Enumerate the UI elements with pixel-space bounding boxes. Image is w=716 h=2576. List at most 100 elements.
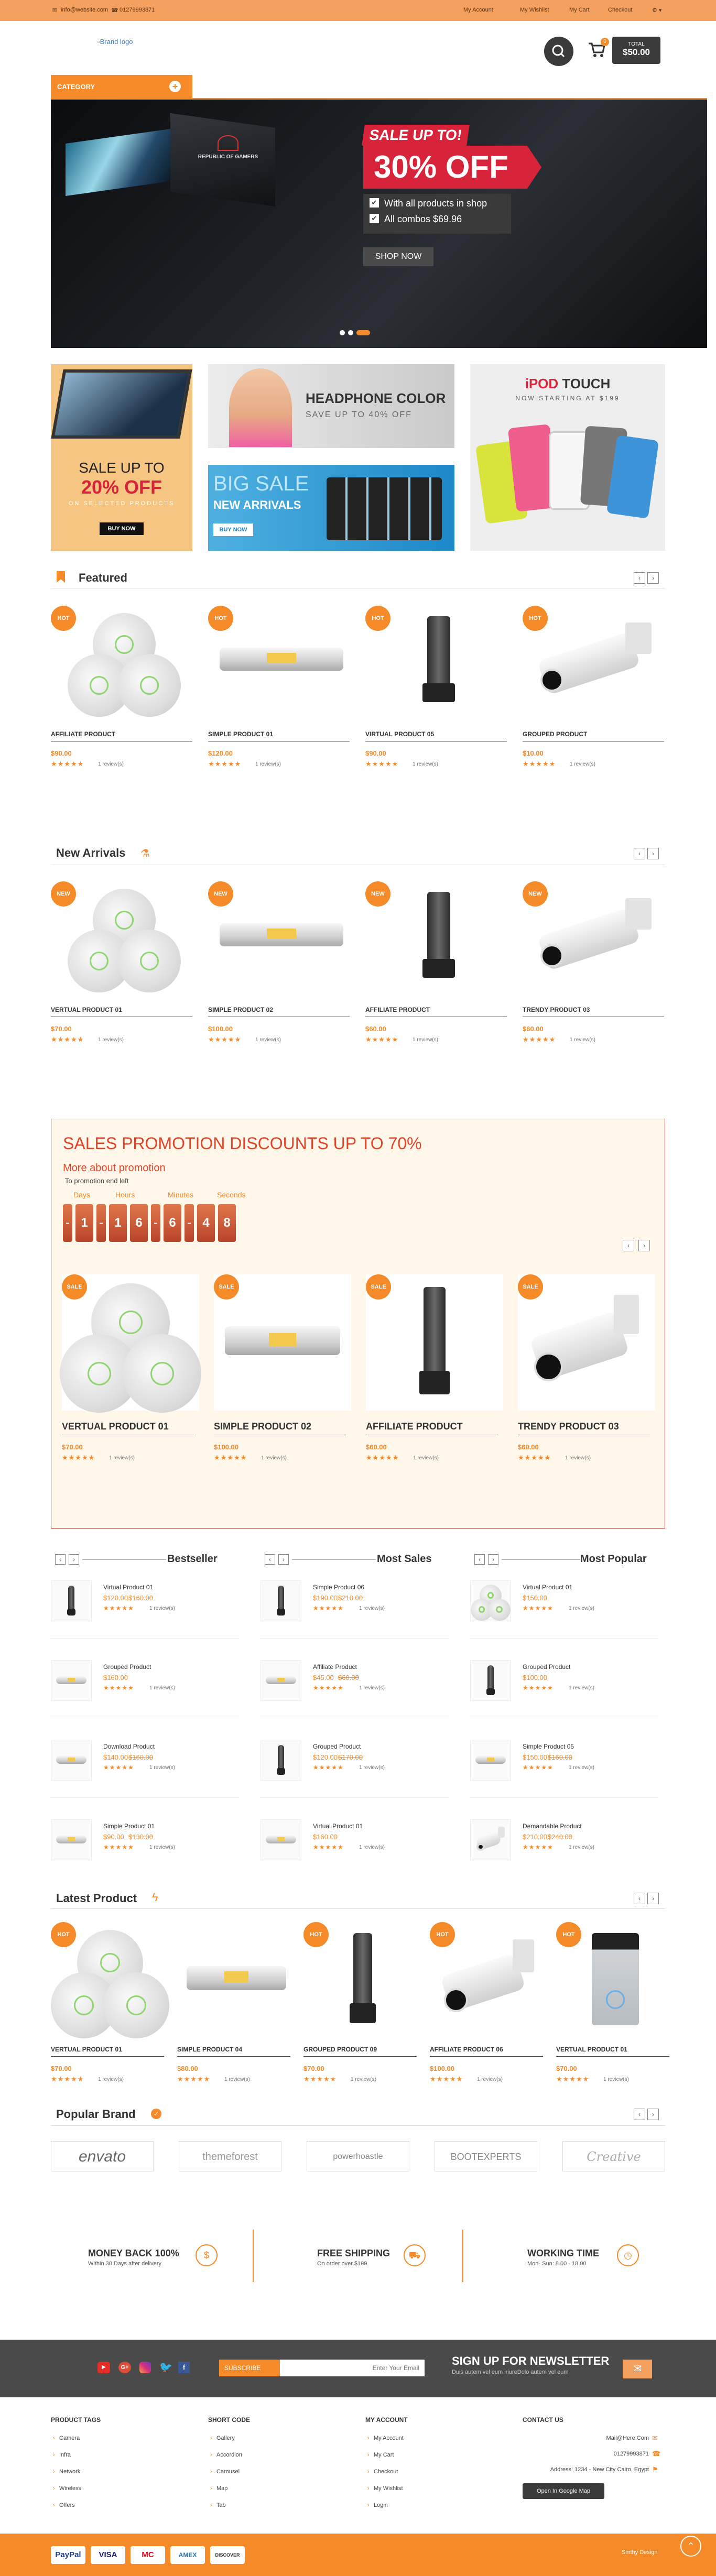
list-product-name[interactable]: Simple Product 01 (103, 1822, 155, 1830)
list-product-reviews[interactable]: 1 review(s) (569, 1765, 594, 1771)
brand-logo-4[interactable]: BOOTEXPERTS (435, 2141, 537, 2171)
footer-link[interactable]: Login (374, 2502, 388, 2508)
product-name[interactable]: AFFILIATE PRODUCT (366, 1421, 463, 1432)
slider-dot-1[interactable] (340, 330, 345, 335)
footer-link[interactable]: Checkout (374, 2469, 398, 2475)
product-image[interactable] (472, 1821, 509, 1858)
topbar-link-checkout[interactable]: Checkout (608, 7, 632, 13)
footer-link[interactable]: My Cart (374, 2452, 394, 2458)
google-plus-icon[interactable]: G+ (118, 2362, 131, 2373)
promo-next-arrow[interactable]: › (638, 1240, 650, 1251)
list-product-name[interactable]: Virtual Product 01 (103, 1584, 153, 1591)
list-product-name[interactable]: Demandable Product (523, 1822, 582, 1830)
new-arrivals-next-arrow[interactable]: › (647, 848, 659, 859)
list-product-reviews[interactable]: 1 review(s) (149, 1685, 175, 1691)
list-product-name[interactable]: Simple Product 06 (313, 1584, 364, 1591)
list-product-reviews[interactable]: 1 review(s) (569, 1844, 594, 1850)
footer-link[interactable]: Wireless (59, 2485, 81, 2492)
banner-headphone[interactable]: HEADPHONE COLOR SAVE UP TO 40% OFF (208, 364, 454, 448)
product-name[interactable]: AFFILIATE PRODUCT (365, 1006, 430, 1013)
product-name[interactable]: GROUPED PRODUCT (523, 730, 587, 738)
product-reviews[interactable]: 1 review(s) (98, 761, 124, 767)
list-next-arrow[interactable]: › (69, 1554, 79, 1565)
footer-credit[interactable]: Smthy Design (622, 2549, 657, 2556)
product-name[interactable]: VERTUAL PRODUCT 01 (62, 1421, 169, 1432)
product-reviews[interactable]: 1 review(s) (477, 2077, 503, 2082)
brand-logo-3[interactable]: powerhoastle (307, 2141, 409, 2171)
brand-logo-1[interactable]: envato (51, 2141, 154, 2171)
product-reviews[interactable]: 1 review(s) (255, 1037, 281, 1043)
latest-prev-arrow[interactable]: ‹ (634, 1893, 645, 1904)
banner-ipod[interactable]: iPOD TOUCH NOW STARTING AT $199 (470, 364, 665, 551)
list-product-name[interactable]: Virtual Product 01 (313, 1822, 363, 1830)
product-name[interactable]: AFFILIATE PRODUCT (51, 730, 115, 738)
list-product-reviews[interactable]: 1 review(s) (149, 1606, 175, 1611)
product-image[interactable] (471, 1582, 511, 1621)
product-reviews[interactable]: 1 review(s) (261, 1455, 287, 1461)
product-reviews[interactable]: 1 review(s) (224, 2077, 250, 2082)
product-image[interactable] (53, 1662, 90, 1699)
product-reviews[interactable]: 1 review(s) (98, 1037, 124, 1043)
newsletter-email-input[interactable] (280, 2360, 425, 2376)
footer-link[interactable]: My Account (374, 2435, 404, 2441)
product-image[interactable] (263, 1582, 299, 1619)
cart-icon[interactable]: 0 (586, 38, 609, 60)
product-reviews[interactable]: 1 review(s) (603, 2077, 629, 2082)
list-prev-arrow[interactable]: ‹ (55, 1554, 66, 1565)
banner-laptop-sale[interactable]: SALE UP TO 20% OFF ON SELECTED PRODUCTS … (51, 364, 192, 551)
facebook-icon[interactable]: f (178, 2362, 190, 2373)
list-product-name[interactable]: Affiliate Product (313, 1663, 357, 1671)
instagram-icon[interactable] (139, 2362, 151, 2373)
product-name[interactable]: VERTUAL PRODUCT 01 (51, 1006, 122, 1013)
category-menu-button[interactable]: CATEGORY + (51, 75, 192, 99)
cart-total[interactable]: TOTAL $50.00 (612, 37, 660, 64)
featured-next-arrow[interactable]: › (647, 572, 659, 584)
product-reviews[interactable]: 1 review(s) (255, 761, 281, 767)
product-reviews[interactable]: 1 review(s) (109, 1455, 135, 1461)
product-reviews[interactable]: 1 review(s) (413, 761, 438, 767)
brand-next-arrow[interactable]: › (647, 2109, 659, 2120)
product-name[interactable]: SIMPLE PRODUCT 01 (208, 730, 273, 738)
banner-big-sale-buy-button[interactable]: BUY NOW (213, 523, 253, 536)
language-icon[interactable]: ⚙ ▾ (652, 7, 661, 14)
subscribe-button[interactable]: SUBSCRIBE (219, 2360, 280, 2376)
banner-big-sale[interactable]: BIG SALE NEW ARRIVALS BUY NOW (208, 465, 454, 551)
product-name[interactable]: AFFILIATE PRODUCT 06 (430, 2046, 503, 2053)
list-product-name[interactable]: Virtual Product 01 (523, 1584, 572, 1591)
product-name[interactable]: VIRTUAL PRODUCT 05 (365, 730, 434, 738)
product-image[interactable] (53, 1582, 90, 1619)
product-name[interactable]: VERTUAL PRODUCT 01 (51, 2046, 122, 2053)
product-name[interactable]: TRENDY PRODUCT 03 (523, 1006, 590, 1013)
product-name[interactable]: SIMPLE PRODUCT 02 (208, 1006, 273, 1013)
list-prev-arrow[interactable]: ‹ (474, 1554, 485, 1565)
promo-prev-arrow[interactable]: ‹ (623, 1240, 634, 1251)
list-product-name[interactable]: Download Product (103, 1743, 155, 1750)
list-product-reviews[interactable]: 1 review(s) (569, 1685, 594, 1691)
footer-link[interactable]: Offers (59, 2502, 75, 2508)
product-image[interactable] (263, 1742, 299, 1778)
footer-link[interactable]: Infra (59, 2452, 71, 2458)
new-arrivals-prev-arrow[interactable]: ‹ (634, 848, 645, 859)
twitter-icon[interactable]: 🐦 (159, 2362, 172, 2373)
footer-link[interactable]: Camera (59, 2435, 80, 2441)
product-name[interactable]: SIMPLE PRODUCT 02 (214, 1421, 311, 1432)
product-image[interactable] (263, 1662, 299, 1699)
open-google-map-button[interactable]: Open In Google Map (523, 2483, 604, 2499)
list-product-reviews[interactable]: 1 review(s) (359, 1606, 385, 1611)
topbar-email[interactable]: info@website.com (61, 7, 108, 13)
banner-buy-now-button[interactable]: BUY NOW (100, 522, 144, 535)
product-image[interactable] (177, 1924, 296, 2034)
list-product-reviews[interactable]: 1 review(s) (149, 1765, 175, 1771)
list-product-name[interactable]: Grouped Product (103, 1663, 151, 1671)
list-product-reviews[interactable]: 1 review(s) (359, 1844, 385, 1850)
product-name[interactable]: SIMPLE PRODUCT 04 (177, 2046, 242, 2053)
product-reviews[interactable]: 1 review(s) (570, 761, 595, 767)
list-next-arrow[interactable]: › (278, 1554, 289, 1565)
list-product-reviews[interactable]: 1 review(s) (149, 1844, 175, 1850)
footer-link[interactable]: Carousel (216, 2469, 240, 2475)
list-product-reviews[interactable]: 1 review(s) (569, 1606, 594, 1611)
brand-prev-arrow[interactable]: ‹ (634, 2109, 645, 2120)
latest-next-arrow[interactable]: › (647, 1893, 659, 1904)
slider-dot-2[interactable] (348, 330, 353, 335)
product-reviews[interactable]: 1 review(s) (413, 1455, 439, 1461)
